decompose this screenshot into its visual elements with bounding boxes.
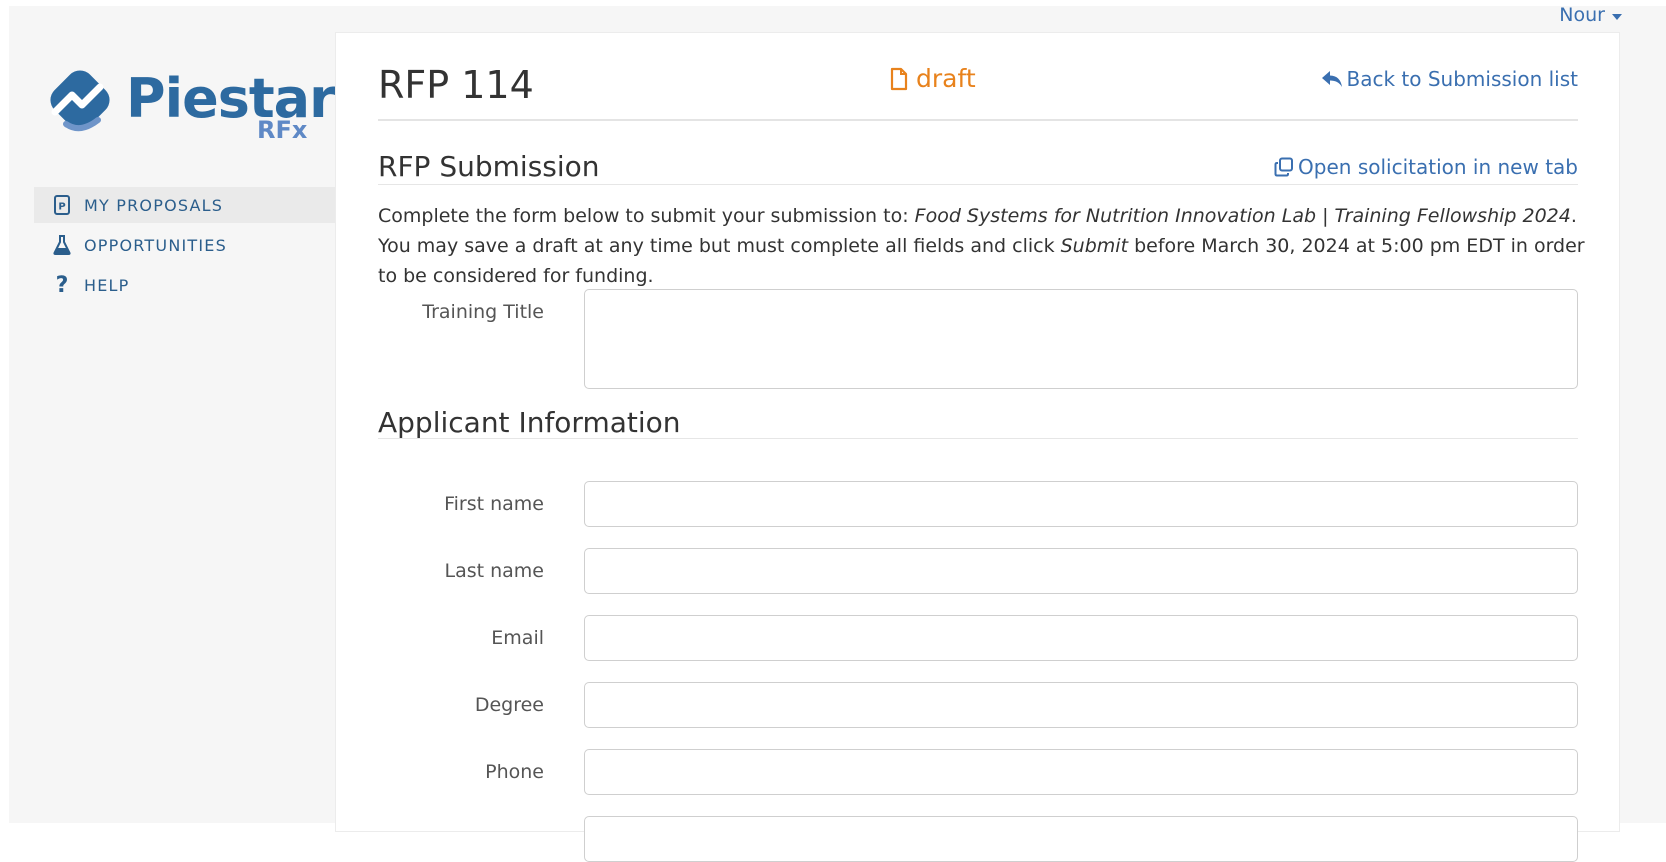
user-menu[interactable]: Nour [1559,4,1622,26]
degree-row: Degree [378,682,1578,728]
phone-input[interactable] [584,749,1578,795]
submit-word: Submit [1060,235,1129,257]
caret-down-icon [1612,13,1622,20]
back-link-label: Back to Submission list [1346,67,1579,91]
open-solicitation-link[interactable]: Open solicitation in new tab [1274,155,1578,179]
file-icon [890,67,908,90]
program-name: Food Systems for Nutrition Innovation La… [914,205,1571,227]
external-window-icon [1274,157,1294,177]
first-name-input[interactable] [584,481,1578,527]
degree-label: Degree [474,694,544,716]
applicant-information-section: Applicant Information [378,409,1578,439]
email-row: Email [378,615,1578,661]
phone-row: Phone [378,749,1578,795]
email-input[interactable] [584,615,1578,661]
sidebar-item-label: HELP [84,275,130,295]
page-header: RFP 114 draft Back to Submission list [378,61,1578,121]
sidebar-item-my-proposals[interactable]: P MY PROPOSALS [34,187,335,223]
piestar-logo-mark-icon [50,70,110,132]
last-name-label: Last name [444,560,545,582]
user-name: Nour [1559,4,1605,26]
main-panel: RFP 114 draft Back to Submission list RF… [335,32,1620,862]
training-title-label: Training Title [422,301,544,323]
status-text: draft [916,64,976,93]
sidebar-nav: P MY PROPOSALS OPPORTUNITIES ? HELP [34,187,335,307]
flask-icon [50,235,74,255]
sidebar-item-label: MY PROPOSALS [84,195,224,215]
first-name-label: First name [444,493,544,515]
sidebar-item-label: OPPORTUNITIES [84,235,227,255]
degree-input[interactable] [584,682,1578,728]
page-title: RFP 114 [378,63,534,107]
sidebar-item-opportunities[interactable]: OPPORTUNITIES [34,227,335,263]
intro-text: Complete the form below to submit your s… [378,201,1588,291]
status-badge: draft [890,64,976,93]
rfp-submission-section: RFP Submission Open solicitation in new … [378,153,1578,185]
back-to-submission-list-link[interactable]: Back to Submission list [1321,67,1579,91]
brand-logo[interactable]: Piestar RFx [44,68,336,154]
brand-sub: RFx [257,116,308,144]
section-heading: Applicant Information [378,406,681,439]
last-name-input[interactable] [584,548,1578,594]
training-title-row: Training Title [378,289,1578,389]
phone-label: Phone [485,761,544,783]
svg-text:P: P [58,202,65,213]
intro-part: Complete the form below to submit your s… [378,205,915,227]
last-name-row: Last name [378,548,1578,594]
question-icon: ? [55,272,69,298]
reply-arrow-icon [1321,71,1342,87]
open-link-label: Open solicitation in new tab [1298,155,1578,179]
email-label: Email [491,627,544,649]
section-heading: RFP Submission [378,150,600,183]
first-name-row: First name [378,481,1578,527]
sidebar-item-help[interactable]: ? HELP [34,267,335,303]
proposal-doc-icon: P [50,195,74,215]
training-title-input[interactable] [584,289,1578,389]
